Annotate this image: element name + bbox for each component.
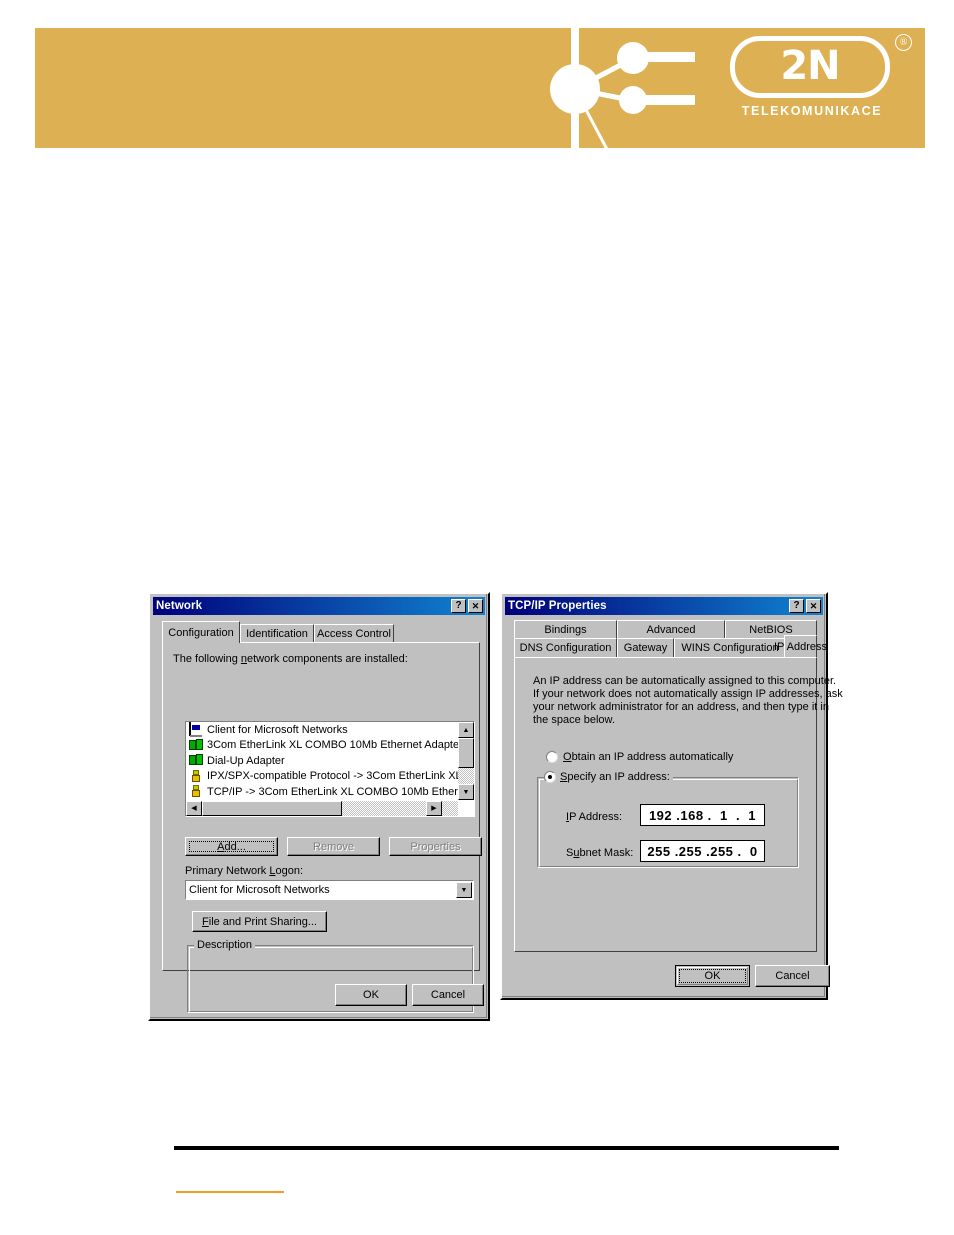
tcpip-cancel-label: Cancel bbox=[775, 970, 810, 982]
tab-configuration-label: Configuration bbox=[168, 626, 234, 639]
tab-dns-configuration[interactable]: DNS Configuration bbox=[514, 638, 617, 657]
network-adapter-icon bbox=[189, 739, 203, 752]
close-icon[interactable]: ✕ bbox=[468, 599, 483, 613]
specify-ip-legend: Specify an IP address: bbox=[544, 771, 673, 783]
ip-address-field[interactable]: 192 .168 . 1 . 1 bbox=[640, 804, 765, 826]
configuration-tab-panel: The following network components are ins… bbox=[162, 642, 482, 1013]
tcpip-cancel-button[interactable]: Cancel bbox=[755, 965, 830, 987]
remove-button[interactable]: Remove bbox=[287, 837, 380, 856]
brand-wordmark: 2N ® TELEKOMUNIKACE bbox=[730, 34, 920, 146]
properties-button-label: Properties bbox=[410, 840, 461, 853]
tab-identification-label: Identification bbox=[246, 628, 308, 640]
tab-dns-configuration-label: DNS Configuration bbox=[519, 642, 612, 654]
primary-logon-combobox[interactable]: Client for Microsoft Networks ▼ bbox=[185, 880, 474, 900]
radio-specify-label: Specify an IP address: bbox=[560, 771, 670, 783]
brand-logo-group: 2N ® TELEKOMUNIKACE bbox=[525, 22, 925, 157]
protocol-icon bbox=[189, 770, 203, 783]
tab-wins-configuration-label: WINS Configuration bbox=[681, 642, 779, 654]
ip-description-line-4: the space below. bbox=[533, 714, 615, 726]
tcpip-dialog-titlebar[interactable]: TCP/IP Properties ? ✕ bbox=[505, 597, 823, 615]
tab-wins-configuration[interactable]: WINS Configuration bbox=[674, 638, 786, 657]
list-item-label: IPX/SPX-compatible Protocol -> 3Com Ethe… bbox=[207, 770, 474, 783]
tab-bindings[interactable]: Bindings bbox=[514, 620, 617, 639]
list-item[interactable]: IPX/SPX-compatible Protocol -> 3Com Ethe… bbox=[186, 769, 474, 785]
tab-access-control-label: Access Control bbox=[317, 628, 391, 640]
tab-advanced-label: Advanced bbox=[646, 624, 696, 636]
vertical-scroll-thumb[interactable] bbox=[458, 738, 474, 768]
primary-logon-label: Primary Network Logon: bbox=[185, 865, 303, 877]
subnet-mask-value: 255 .255 .255 . 0 bbox=[647, 843, 758, 859]
tcpip-properties-window: TCP/IP Properties ? ✕ Bindings Advanced … bbox=[500, 592, 843, 1000]
ip-description-line-2: If your network does not automatically a… bbox=[533, 688, 843, 700]
scroll-down-icon[interactable]: ▼ bbox=[458, 784, 474, 800]
help-icon[interactable]: ? bbox=[789, 599, 804, 613]
brand-logo-frame: 2N bbox=[730, 36, 890, 98]
brand-tagline: TELEKOMUNIKACE bbox=[741, 104, 883, 118]
ip-description-line-1: An IP address can be automatically assig… bbox=[533, 675, 837, 687]
description-legend: Description bbox=[194, 939, 256, 951]
tab-identification[interactable]: Identification bbox=[240, 624, 314, 643]
footer-divider bbox=[174, 1146, 839, 1150]
help-icon[interactable]: ? bbox=[451, 599, 466, 613]
list-item-label: Dial-Up Adapter bbox=[207, 754, 285, 767]
registered-trademark-icon: ® bbox=[895, 34, 912, 51]
tcpip-ok-button[interactable]: OK bbox=[675, 965, 750, 987]
brand-header-banner: 2N ® TELEKOMUNIKACE bbox=[35, 22, 925, 157]
list-item[interactable]: Client for Microsoft Networks bbox=[186, 722, 474, 738]
footer-accent-line bbox=[176, 1191, 284, 1193]
network-dialog-titlebar[interactable]: Network ? ✕ bbox=[153, 597, 485, 615]
list-item-label: Client for Microsoft Networks bbox=[207, 723, 348, 736]
properties-button[interactable]: Properties bbox=[389, 837, 482, 856]
tab-ip-address-label: IP Address bbox=[774, 640, 827, 653]
tab-configuration[interactable]: Configuration bbox=[162, 621, 240, 643]
add-button[interactable]: Add... bbox=[185, 837, 278, 856]
tab-access-control[interactable]: Access Control bbox=[314, 624, 394, 643]
radio-button-icon bbox=[546, 751, 558, 763]
horizontal-scroll-thumb[interactable] bbox=[202, 801, 342, 816]
list-item-label: 3Com EtherLink XL COMBO 10Mb Ethernet Ad… bbox=[207, 739, 463, 752]
network-node-diagram-icon bbox=[550, 22, 695, 157]
network-dialog-title: Network bbox=[156, 600, 203, 612]
tab-bindings-label: Bindings bbox=[544, 624, 587, 636]
file-print-sharing-button[interactable]: File and Print Sharing... bbox=[192, 911, 327, 932]
subnet-mask-label: Subnet Mask: bbox=[566, 847, 634, 859]
file-print-sharing-label: File and Print Sharing... bbox=[202, 915, 317, 928]
network-ok-button[interactable]: OK bbox=[335, 984, 407, 1006]
list-item[interactable]: Dial-Up Adapter bbox=[186, 753, 474, 769]
ip-address-value: 192 .168 . 1 . 1 bbox=[648, 807, 757, 823]
radio-obtain-ip-automatically[interactable]: Obtain an IP address automatically bbox=[546, 751, 733, 763]
brand-logo-text: 2N bbox=[780, 43, 840, 89]
tab-ip-address[interactable]: IP Address bbox=[774, 635, 827, 657]
primary-logon-value: Client for Microsoft Networks bbox=[189, 884, 330, 896]
network-dialog-window: Network ? ✕ Configuration Identification… bbox=[148, 592, 490, 1021]
computer-icon bbox=[189, 722, 203, 737]
remove-button-label: Remove bbox=[313, 840, 354, 853]
add-button-label: Add... bbox=[217, 840, 246, 853]
network-cancel-button[interactable]: Cancel bbox=[412, 984, 484, 1006]
close-icon[interactable]: ✕ bbox=[806, 599, 821, 613]
ip-description-line-3: your network administrator for an addres… bbox=[533, 701, 829, 713]
list-item-label: TCP/IP -> 3Com EtherLink XL COMBO 10Mb E… bbox=[207, 785, 474, 798]
ip-address-tab-panel: An IP address can be automatically assig… bbox=[514, 657, 843, 952]
tab-gateway-label: Gateway bbox=[623, 642, 668, 654]
scroll-up-icon[interactable]: ▲ bbox=[458, 722, 474, 738]
subnet-mask-field[interactable]: 255 .255 .255 . 0 bbox=[640, 840, 765, 862]
tab-gateway[interactable]: Gateway bbox=[617, 638, 674, 657]
protocol-icon bbox=[189, 785, 203, 798]
tcpip-dialog-title: TCP/IP Properties bbox=[508, 600, 607, 612]
radio-obtain-label: Obtain an IP address automatically bbox=[563, 751, 734, 763]
network-cancel-label: Cancel bbox=[430, 989, 466, 1001]
network-ok-label: OK bbox=[363, 989, 379, 1001]
network-components-caption: The following network components are ins… bbox=[173, 653, 408, 665]
radio-button-icon[interactable] bbox=[544, 771, 556, 783]
list-item[interactable]: 3Com EtherLink XL COMBO 10Mb Ethernet Ad… bbox=[186, 738, 474, 754]
tcpip-ok-label: OK bbox=[704, 970, 721, 982]
ip-address-label: IP Address: bbox=[566, 811, 623, 823]
list-item[interactable]: TCP/IP -> 3Com EtherLink XL COMBO 10Mb E… bbox=[186, 784, 474, 800]
tab-advanced[interactable]: Advanced bbox=[617, 620, 725, 639]
chevron-down-icon[interactable]: ▼ bbox=[456, 882, 472, 898]
network-adapter-icon bbox=[189, 754, 203, 767]
scroll-right-icon[interactable]: ▶ bbox=[426, 801, 442, 816]
scroll-left-icon[interactable]: ◀ bbox=[186, 801, 202, 816]
